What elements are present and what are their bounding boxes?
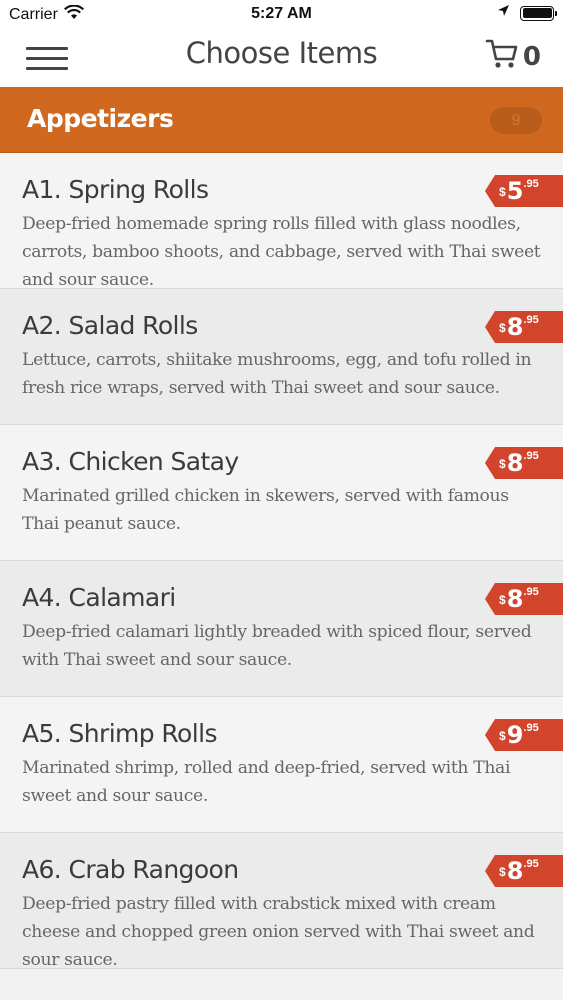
price-currency: $ [499, 729, 506, 743]
hamburger-menu-button[interactable] [26, 45, 70, 73]
price-tag: $ 5 .95 [485, 175, 563, 207]
price-cents: .95 [523, 450, 539, 462]
category-title: Appetizers [27, 104, 174, 133]
price-dollars: 8 [506, 857, 524, 885]
price-dollars: 8 [506, 585, 524, 613]
item-name: A4. Calamari [22, 583, 176, 612]
menu-item[interactable]: A3. Chicken Satay $ 8 .95 Marinated gril… [0, 425, 563, 561]
cart-icon [485, 38, 519, 75]
price-cents: .95 [523, 722, 539, 734]
status-right [497, 4, 557, 22]
menu-item[interactable]: A5. Shrimp Rolls $ 9 .95 Marinated shrim… [0, 697, 563, 833]
category-item-count-badge: 9 [490, 107, 542, 134]
menu-item[interactable]: A1. Spring Rolls $ 5 .95 Deep-fried home… [0, 153, 563, 290]
price-tag: $ 8 .95 [485, 583, 563, 615]
item-name: A1. Spring Rolls [22, 175, 209, 204]
item-name: A5. Shrimp Rolls [22, 719, 217, 748]
item-description: Deep-fried homemade spring rolls filled … [22, 214, 541, 290]
price-tag: $ 9 .95 [485, 719, 563, 751]
battery-icon [520, 5, 557, 21]
price-currency: $ [499, 457, 506, 471]
price-cents: .95 [523, 314, 539, 326]
status-time: 5:27 AM [251, 5, 312, 22]
price-cents: .95 [523, 858, 539, 870]
item-description: Lettuce, carrots, shiitake mushrooms, eg… [22, 350, 532, 398]
price-tag: $ 8 .95 [485, 311, 563, 343]
status-bar: Carrier 5:27 AM [0, 0, 563, 30]
price-tag: $ 8 .95 [485, 855, 563, 887]
price-dollars: 8 [506, 313, 524, 341]
item-description: Deep-fried calamari lightly breaded with… [22, 622, 532, 670]
navigation-bar: Choose Items 0 [0, 30, 563, 87]
item-description: Marinated shrimp, rolled and deep-fried,… [22, 758, 511, 806]
price-dollars: 8 [506, 449, 524, 477]
price-dollars: 9 [506, 721, 524, 749]
item-name: A2. Salad Rolls [22, 311, 198, 340]
menu-item[interactable]: A6. Crab Rangoon $ 8 .95 Deep-fried past… [0, 833, 563, 970]
price-currency: $ [499, 321, 506, 335]
price-dollars: 5 [506, 177, 524, 205]
item-description: Deep-fried pastry filled with crabstick … [22, 894, 535, 970]
cart-button[interactable]: 0 [485, 38, 541, 75]
cart-count: 0 [522, 41, 541, 72]
item-description: Marinated grilled chicken in skewers, se… [22, 486, 509, 534]
price-currency: $ [499, 185, 506, 199]
price-currency: $ [499, 865, 506, 879]
menu-item[interactable]: A2. Salad Rolls $ 8 .95 Lettuce, carrots… [0, 289, 563, 425]
price-tag: $ 8 .95 [485, 447, 563, 479]
menu-item-list: A1. Spring Rolls $ 5 .95 Deep-fried home… [0, 153, 563, 970]
category-header[interactable]: Appetizers 9 [0, 87, 563, 153]
price-cents: .95 [523, 586, 539, 598]
item-name: A3. Chicken Satay [22, 447, 239, 476]
price-currency: $ [499, 593, 506, 607]
item-name: A6. Crab Rangoon [22, 855, 239, 884]
price-cents: .95 [523, 178, 539, 190]
menu-item[interactable]: A4. Calamari $ 8 .95 Deep-fried calamari… [0, 561, 563, 697]
location-arrow-icon [497, 4, 510, 22]
page-title: Choose Items [185, 36, 378, 70]
